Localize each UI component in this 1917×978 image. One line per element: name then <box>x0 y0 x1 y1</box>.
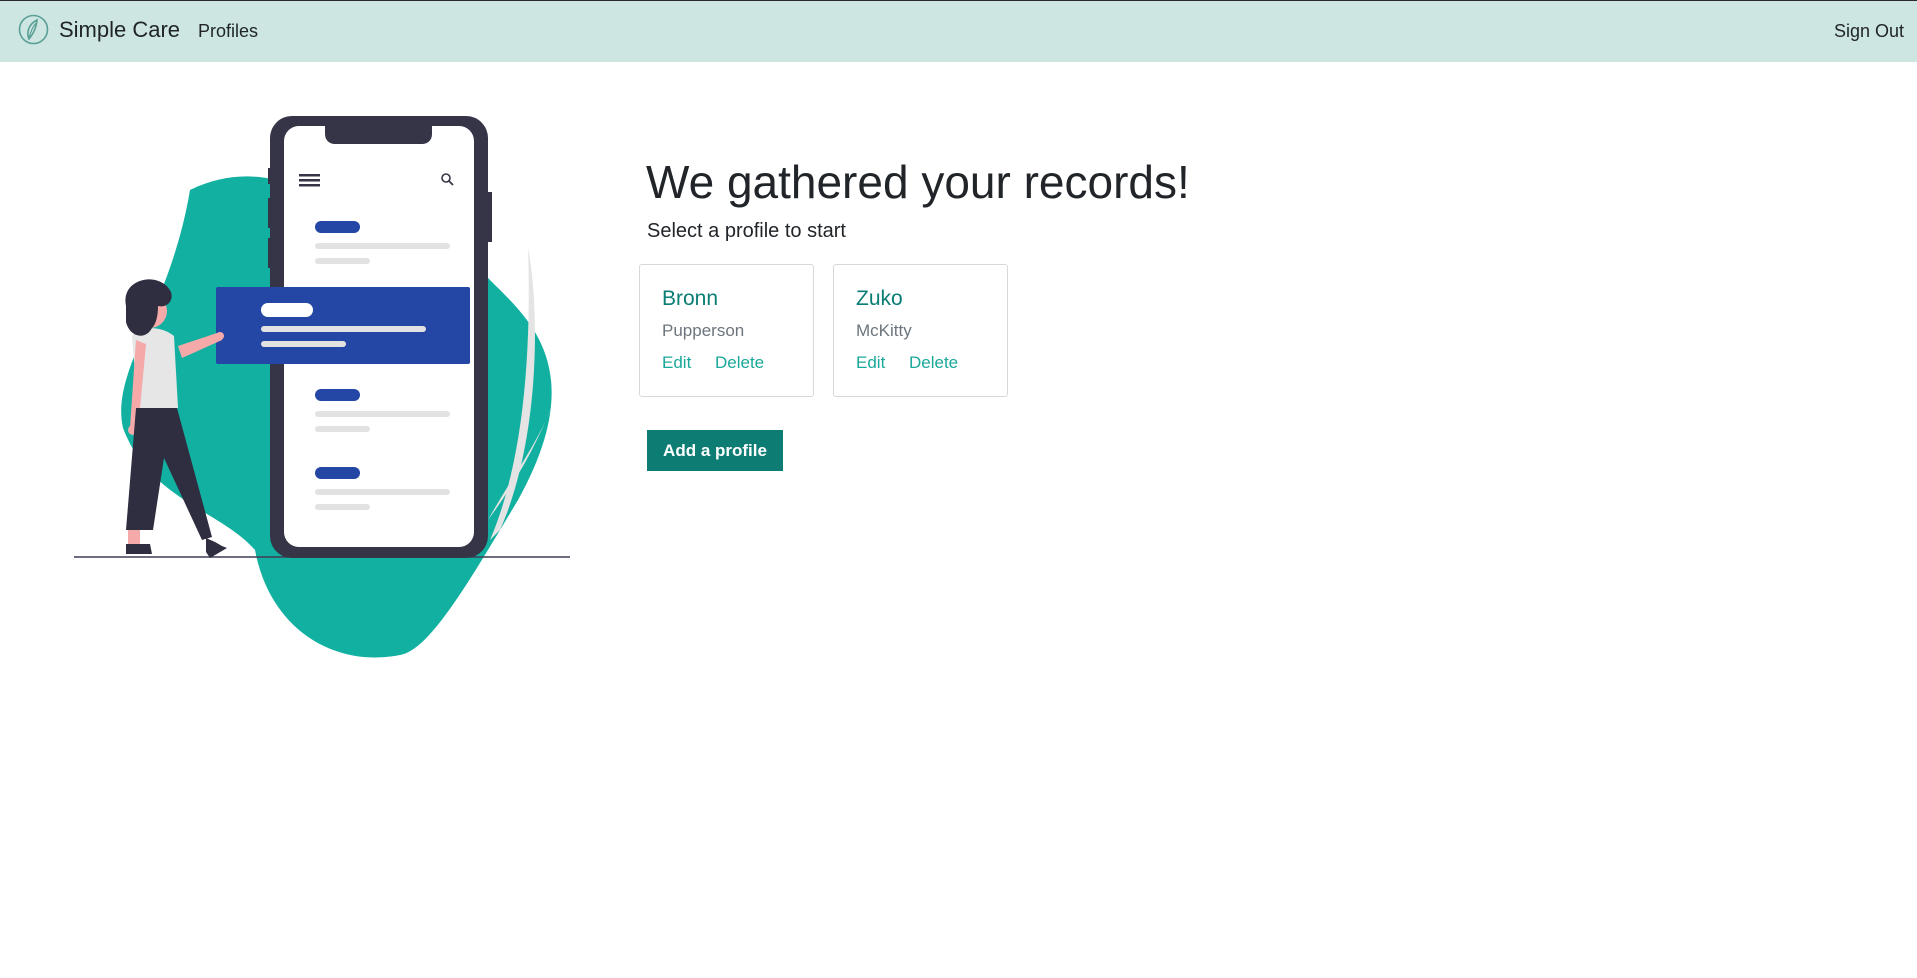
profile-last-name: Pupperson <box>662 321 745 340</box>
profile-first-name[interactable]: Zuko <box>856 287 903 311</box>
top-navbar: Simple Care Profiles Sign Out <box>0 0 1917 62</box>
menu-icon <box>299 174 320 187</box>
add-profile-button[interactable]: Add a profile <box>647 430 783 471</box>
edit-profile-link[interactable]: Edit <box>856 353 885 373</box>
profile-card[interactable]: Zuko McKitty Edit Delete <box>833 264 1008 397</box>
sign-out-link[interactable]: Sign Out <box>1834 21 1904 42</box>
profile-last-name: McKitty <box>856 321 912 340</box>
brand[interactable]: Simple Care <box>18 14 180 45</box>
profile-card[interactable]: Bronn Pupperson Edit Delete <box>639 264 814 397</box>
highlighted-card-shape <box>216 287 470 364</box>
delete-profile-link[interactable]: Delete <box>715 353 764 373</box>
profile-first-name[interactable]: Bronn <box>662 287 718 311</box>
brand-name[interactable]: Simple Care <box>59 17 180 43</box>
leaf-logo-icon <box>18 14 49 45</box>
delete-profile-link[interactable]: Delete <box>909 353 958 373</box>
nav-profiles-link[interactable]: Profiles <box>198 21 258 42</box>
page-subtitle: Select a profile to start <box>647 220 846 242</box>
edit-profile-link[interactable]: Edit <box>662 353 691 373</box>
hero-illustration <box>74 116 570 658</box>
page-title: We gathered your records! <box>646 156 1190 208</box>
